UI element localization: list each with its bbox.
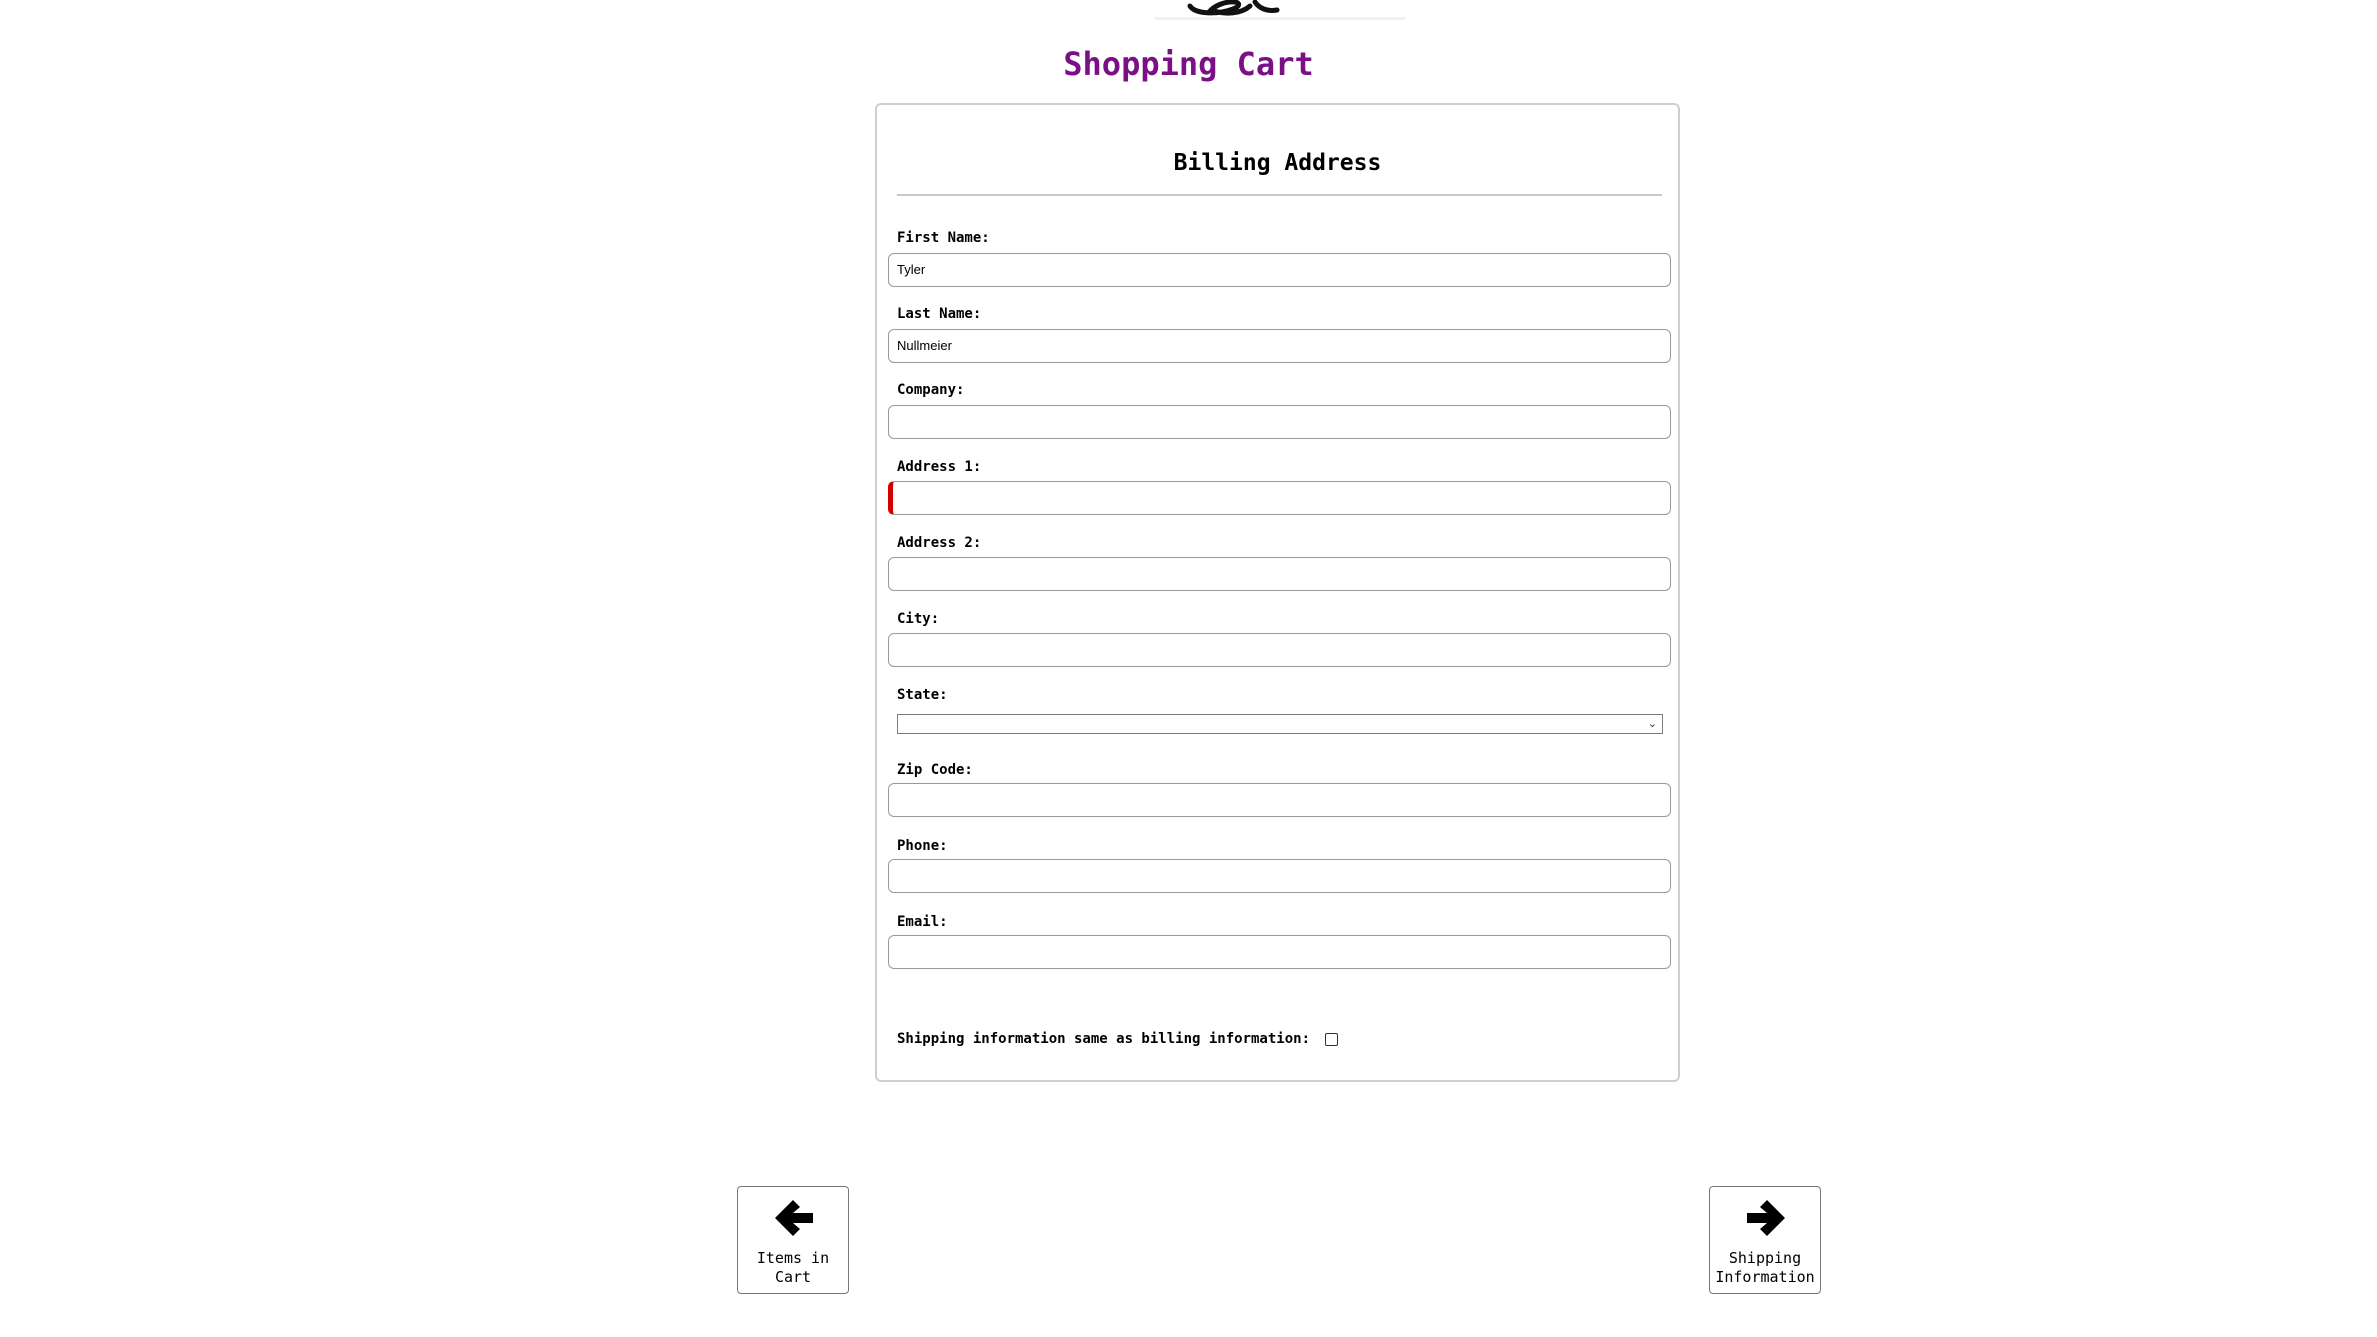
arrow-left-icon [775, 1200, 813, 1236]
chevron-down-icon: ⌄ [1647, 717, 1657, 730]
items-in-cart-button[interactable]: Items in Cart [737, 1186, 849, 1294]
page-title: Shopping Cart [1063, 45, 1314, 83]
title-divider [897, 194, 1662, 196]
arrow-right-icon [1747, 1200, 1785, 1236]
address1-field[interactable] [888, 481, 1671, 515]
company-field[interactable] [888, 405, 1671, 439]
phone-field[interactable] [888, 859, 1671, 893]
same-as-billing-row: Shipping information same as billing inf… [897, 1027, 1339, 1051]
last-name-field[interactable]: Nullmeier [888, 329, 1671, 363]
zip-code-label: Zip Code: [897, 762, 973, 778]
email-label: Email: [897, 914, 948, 930]
city-label: City: [897, 611, 940, 627]
shipping-information-button[interactable]: Shipping Information [1709, 1186, 1821, 1294]
last-name-label: Last Name: [897, 306, 982, 322]
company-label: Company: [897, 382, 965, 398]
address1-label: Address 1: [897, 459, 982, 475]
same-as-billing-checkbox[interactable] [1325, 1032, 1339, 1046]
state-label: State: [897, 687, 948, 703]
phone-label: Phone: [897, 838, 948, 854]
address2-label: Address 2: [897, 535, 982, 551]
billing-address-title: Billing Address [1173, 150, 1382, 176]
items-in-cart-label: Items in Cart [756, 1249, 830, 1286]
email-field[interactable] [888, 935, 1671, 969]
billing-address-form: Billing Address First Name: Tyler Last N… [875, 103, 1680, 1082]
first-name-label: First Name: [897, 230, 990, 246]
zip-code-field[interactable] [888, 783, 1671, 817]
same-as-billing-label: Shipping information same as billing inf… [897, 1031, 1311, 1047]
city-field[interactable] [888, 633, 1671, 667]
first-name-field[interactable]: Tyler [888, 253, 1671, 287]
store-logo [1155, 0, 1405, 20]
address2-field[interactable] [888, 557, 1671, 591]
state-select[interactable]: ⌄ [897, 714, 1663, 734]
shipping-information-label: Shipping Information [1715, 1249, 1815, 1286]
